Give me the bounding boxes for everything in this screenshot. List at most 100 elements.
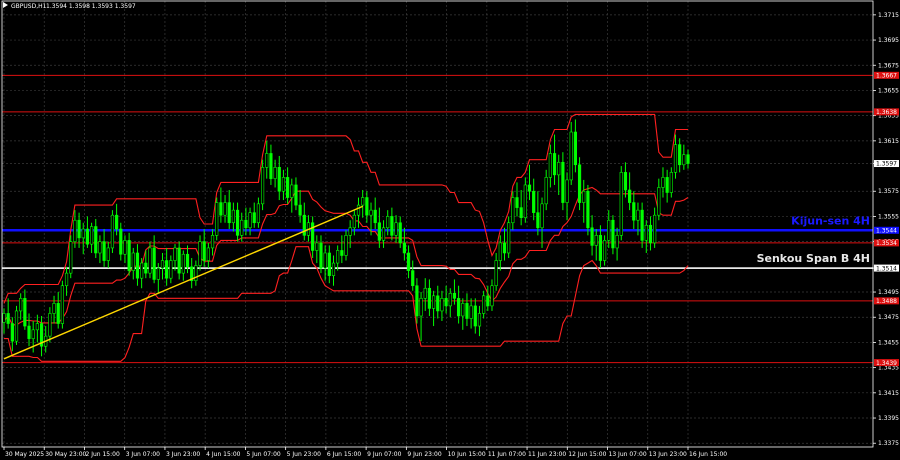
candle-body bbox=[411, 270, 415, 287]
candle-body bbox=[48, 313, 52, 337]
candle-body bbox=[398, 222, 402, 244]
candle-body bbox=[265, 153, 269, 168]
candle-body bbox=[590, 227, 594, 246]
candle-body bbox=[373, 209, 377, 224]
candle-body bbox=[64, 272, 69, 287]
x-tick-label: 11 Jun 23:00 bbox=[528, 451, 566, 458]
candle-body bbox=[344, 235, 348, 256]
x-tick-label: 2 Jun 15:00 bbox=[85, 451, 119, 458]
candle-body bbox=[452, 292, 457, 299]
candle-body bbox=[653, 214, 657, 244]
candle-body bbox=[598, 235, 603, 261]
candle-body bbox=[573, 131, 577, 166]
y-tick-label: 1.3575 bbox=[878, 188, 899, 195]
candle-body bbox=[540, 203, 544, 229]
candle-body bbox=[423, 287, 427, 299]
candle-body bbox=[281, 177, 286, 192]
header-quote: 1.3594 1.3598 1.3593 1.3597 bbox=[46, 3, 136, 10]
header-symbol: GBPUSD,H1 bbox=[11, 3, 47, 10]
candle-body bbox=[440, 298, 444, 312]
candle-body bbox=[511, 197, 515, 224]
candle-body bbox=[548, 153, 552, 178]
level-price-tag-label: 1.3514 bbox=[876, 265, 897, 272]
x-tick-label: 4 Jun 15:00 bbox=[206, 451, 240, 458]
candle-body bbox=[52, 303, 56, 314]
candle-body bbox=[682, 154, 686, 166]
candle-body bbox=[81, 228, 85, 239]
y-tick-label: 1.3715 bbox=[878, 12, 899, 19]
level-name-label: Kijun-sen 4H bbox=[791, 214, 870, 227]
candle-body bbox=[315, 242, 319, 251]
candle-body bbox=[173, 247, 177, 261]
candle-body bbox=[632, 202, 636, 221]
candle-body bbox=[273, 167, 277, 179]
candle-body bbox=[277, 167, 281, 192]
candle-body bbox=[356, 204, 361, 216]
candle-body bbox=[611, 219, 615, 249]
candle-body bbox=[156, 267, 160, 280]
level-price-tag-label: 1.3638 bbox=[876, 109, 897, 116]
candle-body bbox=[415, 285, 419, 317]
candle-body bbox=[135, 252, 140, 279]
candle-body bbox=[94, 226, 98, 254]
candle-body bbox=[56, 303, 60, 324]
x-tick-label: 6 Jun 15:00 bbox=[327, 451, 361, 458]
candle-body bbox=[290, 184, 294, 198]
candle-body bbox=[227, 202, 231, 224]
candle-body bbox=[198, 241, 202, 266]
level-price-tag-label: 1.3488 bbox=[876, 298, 897, 305]
candle-body bbox=[231, 209, 235, 224]
candle-body bbox=[490, 285, 494, 307]
candle-body bbox=[431, 295, 436, 309]
candle-body bbox=[352, 214, 356, 229]
candle-body bbox=[361, 197, 365, 206]
candle-body bbox=[515, 197, 519, 208]
candle-body bbox=[85, 228, 90, 245]
candle-body bbox=[457, 298, 461, 317]
candle-body bbox=[10, 323, 14, 342]
candle-body bbox=[536, 212, 540, 229]
x-tick-label: 12 Jun 15:00 bbox=[568, 451, 606, 458]
candle-body bbox=[640, 209, 644, 241]
candle-body bbox=[607, 219, 611, 241]
candle-body bbox=[419, 298, 423, 317]
candle-body bbox=[106, 247, 110, 261]
candle-body bbox=[140, 262, 144, 279]
candle-body bbox=[331, 262, 336, 276]
y-tick-label: 1.3415 bbox=[878, 390, 899, 397]
candle-body bbox=[327, 252, 331, 276]
candle-body bbox=[602, 240, 607, 261]
y-tick-label: 1.3455 bbox=[878, 339, 899, 346]
candle-body bbox=[31, 329, 35, 339]
x-tick-label: 10 Jun 15:00 bbox=[448, 451, 486, 458]
candle-body bbox=[507, 222, 511, 254]
candle-body bbox=[586, 190, 590, 229]
candle-body bbox=[215, 202, 219, 236]
candle-body bbox=[223, 202, 227, 216]
candle-body bbox=[402, 242, 406, 254]
x-tick-label: 13 Jun 07:00 bbox=[609, 451, 647, 458]
candle-body bbox=[461, 303, 465, 317]
candle-body bbox=[152, 247, 156, 280]
x-tick-label: 5 Jun 07:00 bbox=[246, 451, 280, 458]
candle-body bbox=[73, 219, 77, 242]
x-tick-label: 30 May 2025 bbox=[5, 451, 44, 458]
candle-body bbox=[657, 187, 661, 216]
candle-body bbox=[115, 214, 119, 230]
candle-body bbox=[260, 167, 265, 205]
candle-body bbox=[144, 262, 148, 274]
candle-body bbox=[486, 295, 490, 307]
candle-body bbox=[27, 325, 31, 339]
candle-body bbox=[523, 184, 527, 219]
candle-body bbox=[448, 292, 452, 307]
x-tick-label: 3 Jun 23:00 bbox=[166, 451, 200, 458]
candle-body bbox=[569, 131, 573, 181]
price-chart[interactable]: Kijun-sen 4H Senkou Span B 4H 1.3715 1.369… bbox=[0, 0, 900, 460]
candle-body bbox=[119, 228, 123, 255]
candle-body bbox=[248, 212, 252, 229]
candle-body bbox=[628, 189, 632, 203]
candle-body bbox=[686, 154, 690, 164]
candle-body bbox=[240, 219, 244, 236]
candle-body bbox=[532, 190, 536, 213]
candle-body bbox=[544, 177, 548, 205]
